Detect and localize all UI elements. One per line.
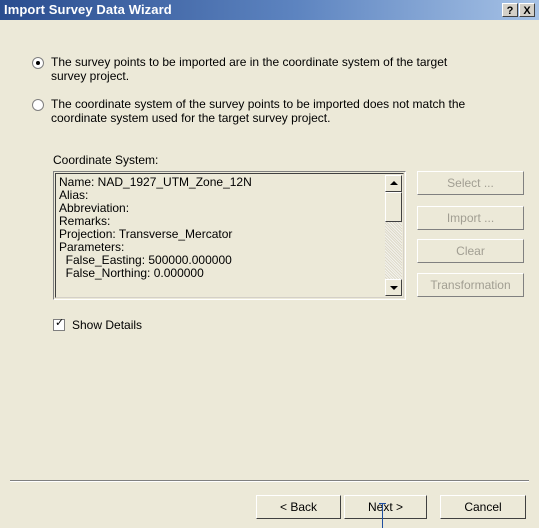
show-details-label: Show Details <box>72 318 143 332</box>
cs-line-name: Name: NAD_1927_UTM_Zone_12N <box>59 176 252 189</box>
import-button[interactable]: Import ... <box>417 206 524 230</box>
radio-same-system[interactable]: The survey points to be imported are in … <box>32 55 447 83</box>
cancel-button[interactable]: Cancel <box>440 495 526 519</box>
check-mark-icon: ✓ <box>55 317 65 329</box>
arrow-up-icon <box>390 181 398 185</box>
coordinate-system-text: Name: NAD_1927_UTM_Zone_12N Alias: Abbre… <box>59 176 384 298</box>
select-button[interactable]: Select ... <box>417 171 524 195</box>
radio-different-system-line2: coordinate system used for the target su… <box>51 111 331 125</box>
radio-different-system[interactable]: The coordinate system of the survey poin… <box>32 97 465 125</box>
clear-button[interactable]: Clear <box>417 239 524 263</box>
cs-line-false-northing: False_Northing: 0.000000 <box>59 266 204 280</box>
radio-button-same-system[interactable] <box>32 57 44 69</box>
vertical-scrollbar[interactable] <box>385 175 402 296</box>
radio-different-system-line1: The coordinate system of the survey poin… <box>51 97 466 111</box>
radio-same-system-line1: The survey points to be imported are in … <box>51 55 448 69</box>
close-button[interactable]: X <box>519 3 535 17</box>
radio-different-system-label: The coordinate system of the survey poin… <box>51 97 465 125</box>
window-title: Import Survey Data Wizard <box>4 2 172 17</box>
radio-same-system-line2: survey project. <box>51 69 130 83</box>
show-details-checkbox[interactable]: ✓ <box>53 317 65 331</box>
radio-button-different-system[interactable] <box>32 99 44 111</box>
arrow-down-icon <box>390 286 398 290</box>
show-details-checkbox-row[interactable]: ✓ Show Details <box>53 317 143 332</box>
scroll-up-button[interactable] <box>385 175 402 192</box>
text-cursor-icon <box>379 503 386 528</box>
title-bar: Import Survey Data Wizard ? X <box>0 0 539 20</box>
scroll-down-button[interactable] <box>385 279 402 296</box>
import-survey-dialog: Import Survey Data Wizard ? X The survey… <box>0 0 539 528</box>
coordinate-system-details-box[interactable]: Name: NAD_1927_UTM_Zone_12N Alias: Abbre… <box>53 171 406 300</box>
list-inner-border: Name: NAD_1927_UTM_Zone_12N Alias: Abbre… <box>55 173 404 298</box>
back-button[interactable]: < Back <box>256 495 341 519</box>
transformation-button[interactable]: Transformation <box>417 273 524 297</box>
coordinate-system-label: Coordinate System: <box>53 153 159 167</box>
radio-same-system-label: The survey points to be imported are in … <box>51 55 447 83</box>
scroll-thumb[interactable] <box>385 192 402 222</box>
next-button[interactable]: Next > <box>344 495 427 519</box>
footer-divider <box>10 480 529 482</box>
help-button[interactable]: ? <box>502 3 518 17</box>
